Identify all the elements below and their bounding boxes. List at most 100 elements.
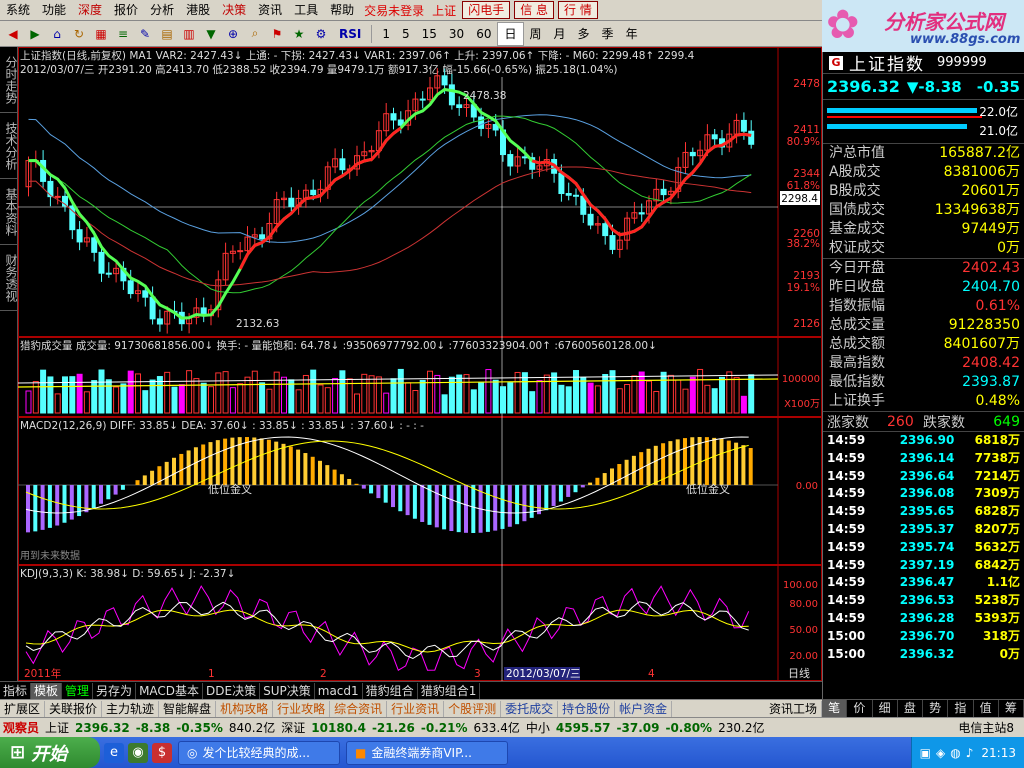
volume-bar: [616, 388, 623, 414]
trade-status[interactable]: 交易未登录: [360, 2, 428, 19]
start-button[interactable]: ⊞ 开始: [0, 737, 100, 768]
indicator-tab-8[interactable]: 猎豹组合: [363, 682, 418, 699]
menu-5[interactable]: 港股: [180, 0, 216, 21]
period-tab-5[interactable]: 日: [497, 21, 524, 46]
indicator-tabs: 指标 模板 管理 另存为 MACD基本 DDE决策 SUP决策 macd1 猎豹组合 猎豹组合1: [0, 681, 822, 699]
menu-button-2[interactable]: 行 情: [558, 1, 598, 19]
tray-shield-icon[interactable]: ◈: [936, 746, 945, 760]
quote-tab-6[interactable]: 值: [974, 700, 999, 717]
indicator-tab-6[interactable]: SUP决策: [260, 682, 315, 699]
period-tab-7[interactable]: 月: [548, 23, 572, 45]
func-tab-3[interactable]: 智能解盘: [159, 700, 217, 717]
back-icon[interactable]: ◀: [3, 24, 23, 44]
volume-bar: [229, 387, 236, 414]
chart-bar-icon[interactable]: ▥: [179, 24, 199, 44]
period-tab-0[interactable]: 1: [376, 23, 396, 45]
draw-icon[interactable]: ✎: [135, 24, 155, 44]
indicator-tab-7[interactable]: macd1: [315, 682, 363, 699]
kline-chart-svg[interactable]: 上证指数(日线,前复权) MA1 VAR2: 2427.43↓ 上通: - 下拐…: [17, 47, 822, 681]
func-tab-1[interactable]: 关联报价: [45, 700, 103, 717]
grid-icon[interactable]: ▦: [91, 24, 111, 44]
indicator-tab-5[interactable]: DDE决策: [203, 682, 261, 699]
menu-8[interactable]: 工具: [288, 0, 324, 21]
tray-network-icon[interactable]: ▣: [920, 746, 931, 760]
period-tab-2[interactable]: 15: [416, 23, 443, 45]
home-icon[interactable]: ⌂: [47, 24, 67, 44]
rsi-button[interactable]: RSI: [333, 23, 367, 45]
period-tab-1[interactable]: 5: [396, 23, 416, 45]
func-tab-5[interactable]: 行业攻略: [273, 700, 331, 717]
period-tab-9[interactable]: 季: [596, 23, 620, 45]
func-tab-9[interactable]: 委托成交: [501, 700, 559, 717]
indicator-tab-9[interactable]: 猎豹组合1: [418, 682, 481, 699]
func-tab-8[interactable]: 个股评测: [444, 700, 502, 717]
quote-tab-7[interactable]: 筹: [999, 700, 1024, 717]
flag-icon[interactable]: ⚑: [267, 24, 287, 44]
func-tab-11[interactable]: 帐户资金: [615, 700, 673, 717]
zoom-icon[interactable]: ⊕: [223, 24, 243, 44]
func-tab-2[interactable]: 主力轨迹: [102, 700, 160, 717]
tray-speaker-icon[interactable]: ♪: [966, 746, 974, 760]
indicator-tab-2[interactable]: 管理: [62, 682, 94, 699]
menu-0[interactable]: 系统: [0, 0, 36, 21]
left-tab-0[interactable]: 分时走势: [0, 47, 18, 113]
left-tab-3[interactable]: 财务透视: [0, 245, 18, 311]
menu-1[interactable]: 功能: [36, 0, 72, 21]
quote-tab-5[interactable]: 指: [948, 700, 974, 717]
list-icon[interactable]: ≡: [113, 24, 133, 44]
kline-chart-area[interactable]: 上证指数(日线,前复权) MA1 VAR2: 2427.43↓ 上通: - 下拐…: [17, 47, 822, 681]
quote-tab-1[interactable]: 价: [847, 700, 873, 717]
quote-tab-2[interactable]: 细: [873, 700, 898, 717]
ie-icon[interactable]: e: [104, 742, 124, 763]
sz-change: -21.26: [371, 720, 415, 735]
left-tab-2[interactable]: 基本资料: [0, 179, 18, 245]
quote-tab-4[interactable]: 势: [923, 700, 949, 717]
refresh-icon[interactable]: ↻: [69, 24, 89, 44]
indicator-tab-1[interactable]: 模板: [31, 682, 63, 699]
volume-bar: [354, 393, 360, 414]
menu-7[interactable]: 资讯: [252, 0, 288, 21]
red-app-icon[interactable]: $: [152, 742, 172, 763]
star-icon[interactable]: ★: [289, 24, 309, 44]
func-tab-0[interactable]: 扩展区: [0, 700, 46, 717]
period-tab-6[interactable]: 周: [524, 23, 548, 45]
func-tab-4[interactable]: 机构攻略: [216, 700, 274, 717]
forward-icon[interactable]: ▶: [25, 24, 45, 44]
func-tab-10[interactable]: 持仓股份: [558, 700, 616, 717]
period-tab-8[interactable]: 多: [572, 23, 596, 45]
period-tab-3[interactable]: 30: [443, 23, 470, 45]
func-right[interactable]: 资讯工场: [765, 700, 822, 717]
volume-bar: [25, 390, 32, 414]
volume-bar: [339, 370, 346, 414]
func-tab-6[interactable]: 综合资讯: [330, 700, 388, 717]
indicator-tab-3[interactable]: 另存为: [93, 682, 137, 699]
price-axis-label: 2126: [793, 318, 820, 330]
func-tab-7[interactable]: 行业资讯: [387, 700, 445, 717]
menu-6[interactable]: 决策: [216, 0, 252, 21]
menu-button-0[interactable]: 闪电手: [462, 1, 511, 19]
market-sh-label[interactable]: 上证: [428, 2, 460, 19]
quote-tab-3[interactable]: 盘: [898, 700, 923, 717]
period-tab-4[interactable]: 60: [470, 23, 497, 45]
volume-bar: [412, 390, 419, 414]
indicator-tab-4[interactable]: MACD基本: [136, 682, 204, 699]
menu-2[interactable]: 深度: [72, 0, 108, 21]
chart-icon[interactable]: ▤: [157, 24, 177, 44]
left-tab-1[interactable]: 技术分析: [0, 113, 18, 179]
indicator-tab-0[interactable]: 指标: [0, 682, 32, 699]
search-icon[interactable]: ⌕: [245, 24, 265, 44]
settings-icon[interactable]: ⚙: [311, 24, 331, 44]
filter-icon[interactable]: ▼: [201, 24, 221, 44]
menu-button-1[interactable]: 信 息: [514, 1, 555, 19]
menu-3[interactable]: 报价: [108, 0, 144, 21]
quote-tab-0[interactable]: 笔: [822, 700, 848, 717]
green-app-icon[interactable]: ◉: [128, 742, 148, 763]
task-browser[interactable]: ◎ 发个比较经典的成...: [178, 740, 340, 765]
menu-9[interactable]: 帮助: [324, 0, 360, 21]
menu-4[interactable]: 分析: [144, 0, 180, 21]
stat-row: 总成交额 8401607万: [823, 335, 1024, 354]
tray-globe-icon[interactable]: ◍: [950, 746, 960, 760]
period-tab-10[interactable]: 年: [620, 23, 644, 45]
task-terminal[interactable]: ■ 金融终端券商VIP...: [346, 740, 508, 765]
price-axis-label: 2411: [793, 124, 820, 136]
